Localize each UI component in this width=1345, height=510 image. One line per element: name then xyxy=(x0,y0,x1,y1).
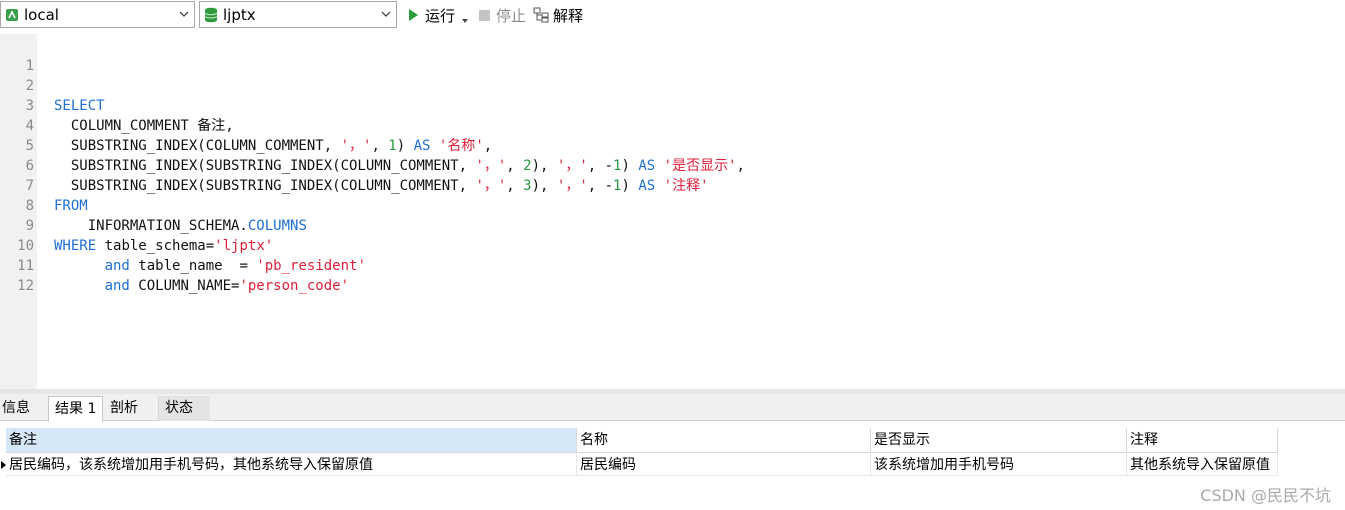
run-dropdown-icon[interactable] xyxy=(461,12,469,23)
connection-select[interactable]: local xyxy=(0,1,195,28)
editor-line: 9 WHERE table_schema='ljptx' xyxy=(0,196,1345,254)
connection-label: local xyxy=(24,5,59,24)
stop-icon xyxy=(476,7,492,23)
run-label: 运行 xyxy=(425,6,456,25)
toolbar: local ljptx 运行 停止 解释 xyxy=(0,0,1345,30)
chevron-down-icon xyxy=(380,8,392,20)
code-text: and COLUMN_NAME='person_code' xyxy=(104,278,350,294)
editor-line: 1 xyxy=(0,36,1345,74)
explain-button[interactable]: 解释 xyxy=(533,4,583,26)
database-label: ljptx xyxy=(223,5,256,24)
connection-icon xyxy=(5,7,19,23)
column-header[interactable]: 名称 xyxy=(577,428,871,453)
table-cell[interactable]: 其他系统导入保留原值 xyxy=(1127,454,1278,476)
editor-line: 2 SELECT xyxy=(0,56,1345,114)
run-button[interactable]: 运行 xyxy=(405,4,455,26)
result-grid: 备注 名称 是否显示 注释 居民编码，该系统增加用手机号码，其他系统导入保留原值… xyxy=(0,422,1345,510)
watermark: CSDN @民民不坑 xyxy=(1200,486,1331,505)
result-tabs: 信息 结果 1 剖析 状态 xyxy=(0,394,1345,422)
editor-line: 11 and COLUMN_NAME='person_code' xyxy=(0,236,1345,294)
editor-line: 5 SUBSTRING_INDEX(SUBSTRING_INDEX(COLUMN… xyxy=(0,116,1345,174)
table-cell[interactable]: 居民编码，该系统增加用手机号码，其他系统导入保留原值 xyxy=(6,454,577,476)
stop-label: 停止 xyxy=(496,6,527,25)
database-select[interactable]: ljptx xyxy=(199,1,397,28)
column-header[interactable]: 备注 xyxy=(6,428,577,453)
explain-icon xyxy=(533,7,549,23)
tab-status[interactable]: 状态 xyxy=(158,396,210,421)
tab-result-1[interactable]: 结果 1 xyxy=(48,396,104,422)
table-cell[interactable]: 居民编码 xyxy=(577,454,871,476)
stop-button[interactable]: 停止 xyxy=(476,4,526,26)
editor-line: 7 FROM xyxy=(0,156,1345,214)
play-icon xyxy=(405,7,421,23)
editor-line: 3 COLUMN_COMMENT 备注, xyxy=(0,76,1345,134)
line-number: 12 xyxy=(17,278,34,294)
editor-line: 4 SUBSTRING_INDEX(COLUMN_COMMENT, '，', 1… xyxy=(0,96,1345,154)
editor-line: 8 INFORMATION_SCHEMA.COLUMNS xyxy=(0,176,1345,234)
sql-editor[interactable]: 1 2 SELECT 3 COLUMN_COMMENT 备注, 4 SUBSTR… xyxy=(0,34,1345,389)
chevron-down-icon xyxy=(178,8,190,20)
editor-line: 10 and table_name = 'pb_resident' xyxy=(0,216,1345,274)
editor-line: 6 SUBSTRING_INDEX(SUBSTRING_INDEX(COLUMN… xyxy=(0,136,1345,194)
tab-info[interactable]: 信息 xyxy=(0,396,36,421)
tab-profile[interactable]: 剖析 xyxy=(104,396,144,421)
database-icon xyxy=(204,7,218,23)
explain-label: 解释 xyxy=(553,6,584,25)
editor-line: 12 xyxy=(0,256,1345,294)
table-cell[interactable]: 该系统增加用手机号码 xyxy=(871,454,1127,476)
column-header[interactable]: 是否显示 xyxy=(871,428,1127,453)
column-header[interactable]: 注释 xyxy=(1127,428,1278,453)
